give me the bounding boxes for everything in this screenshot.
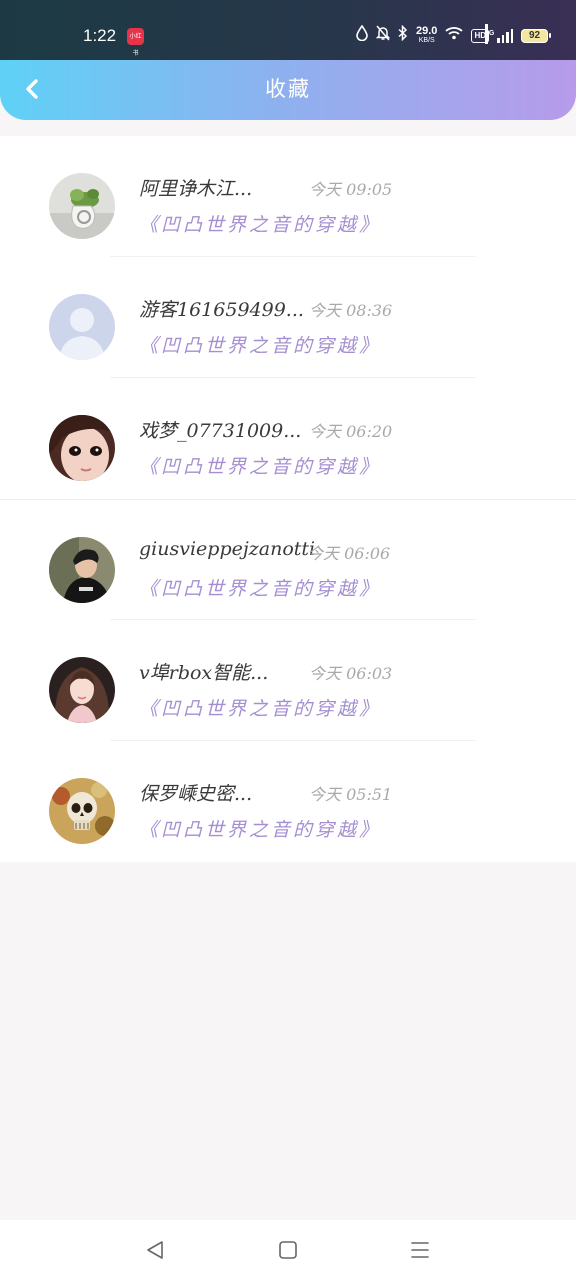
menu-lines-icon[interactable] bbox=[408, 1238, 432, 1262]
timestamp: 今天 05:51 bbox=[309, 785, 393, 804]
battery-icon: 92 bbox=[521, 29, 551, 43]
plant-vase-avatar[interactable] bbox=[49, 173, 115, 239]
timestamp: 今天 08:36 bbox=[309, 301, 393, 320]
girl-portrait-avatar[interactable] bbox=[49, 657, 115, 723]
water-drop-icon bbox=[356, 24, 368, 48]
list-item[interactable]: 阿里诤木江... 今天 09:05 《凹凸世界之音的穿越》 bbox=[0, 136, 576, 257]
app-notification-icon: 小红书 bbox=[127, 28, 144, 57]
boy-portrait-avatar[interactable] bbox=[49, 537, 115, 603]
list-item[interactable]: giusvieppejzanotti 今天 06:06 《凹凸世界之音的穿越》 bbox=[0, 499, 576, 620]
bell-off-icon bbox=[375, 25, 391, 48]
book-title-link[interactable]: 《凹凸世界之音的穿越》 bbox=[139, 815, 381, 842]
book-title-link[interactable]: 《凹凸世界之音的穿越》 bbox=[139, 331, 381, 358]
list-item[interactable]: v埠rbox智能... 今天 06:03 《凹凸世界之音的穿越》 bbox=[0, 620, 576, 741]
net-speed: 29.0 KB/S bbox=[416, 25, 438, 45]
user-name: v埠rbox智能... bbox=[139, 662, 269, 684]
book-title-link[interactable]: 《凹凸世界之音的穿越》 bbox=[139, 452, 381, 479]
net-speed-unit: KB/S bbox=[418, 37, 435, 44]
timestamp: 今天 06:20 bbox=[309, 422, 393, 441]
page-title: 收藏 bbox=[265, 77, 311, 101]
bluetooth-icon bbox=[398, 24, 408, 48]
timestamp: 今天 06:03 bbox=[309, 664, 393, 683]
favorites-list: 阿里诤木江... 今天 09:05 《凹凸世界之音的穿越》 游客16165949… bbox=[0, 136, 576, 862]
net-speed-value: 29.0 bbox=[416, 25, 438, 37]
signal-icon: 4G bbox=[485, 24, 513, 44]
list-item[interactable]: 保罗嵊史密... 今天 05:51 《凹凸世界之音的穿越》 bbox=[0, 741, 576, 862]
user-name: 阿里诤木江... bbox=[139, 178, 253, 200]
book-title-link[interactable]: 《凹凸世界之音的穿越》 bbox=[139, 210, 381, 237]
home-square-icon[interactable] bbox=[276, 1238, 300, 1262]
list-item[interactable]: 游客161659499... 今天 08:36 《凹凸世界之音的穿越》 bbox=[0, 257, 576, 378]
status-time: 1:22 bbox=[83, 26, 117, 45]
status-icons: 29.0 KB/S HD 4G 92 bbox=[356, 24, 551, 48]
doll-face-avatar[interactable] bbox=[49, 415, 115, 481]
network-type: 4G bbox=[485, 24, 494, 44]
user-name: 保罗嵊史密... bbox=[139, 783, 253, 805]
timestamp: 今天 09:05 bbox=[309, 180, 393, 199]
user-name: giusvieppejzanotti bbox=[139, 538, 316, 560]
header-bar: 收藏 bbox=[0, 60, 576, 120]
status-bar: 1:22 小红书 29.0 KB/S HD 4G 92 bbox=[0, 0, 576, 60]
system-nav-bar bbox=[0, 1220, 576, 1280]
timestamp: 今天 06:06 bbox=[307, 544, 391, 563]
wifi-icon bbox=[445, 26, 464, 47]
book-title-link[interactable]: 《凹凸世界之音的穿越》 bbox=[139, 694, 381, 721]
back-triangle-icon[interactable] bbox=[143, 1238, 167, 1262]
list-item[interactable]: 戏梦_07731009... 今天 06:20 《凹凸世界之音的穿越》 bbox=[0, 378, 576, 499]
skull-avatar[interactable] bbox=[49, 778, 115, 844]
user-name: 游客161659499... bbox=[139, 299, 304, 321]
book-title-link[interactable]: 《凹凸世界之音的穿越》 bbox=[139, 574, 381, 601]
default-person-avatar[interactable] bbox=[49, 294, 115, 360]
user-name: 戏梦_07731009... bbox=[139, 420, 302, 442]
